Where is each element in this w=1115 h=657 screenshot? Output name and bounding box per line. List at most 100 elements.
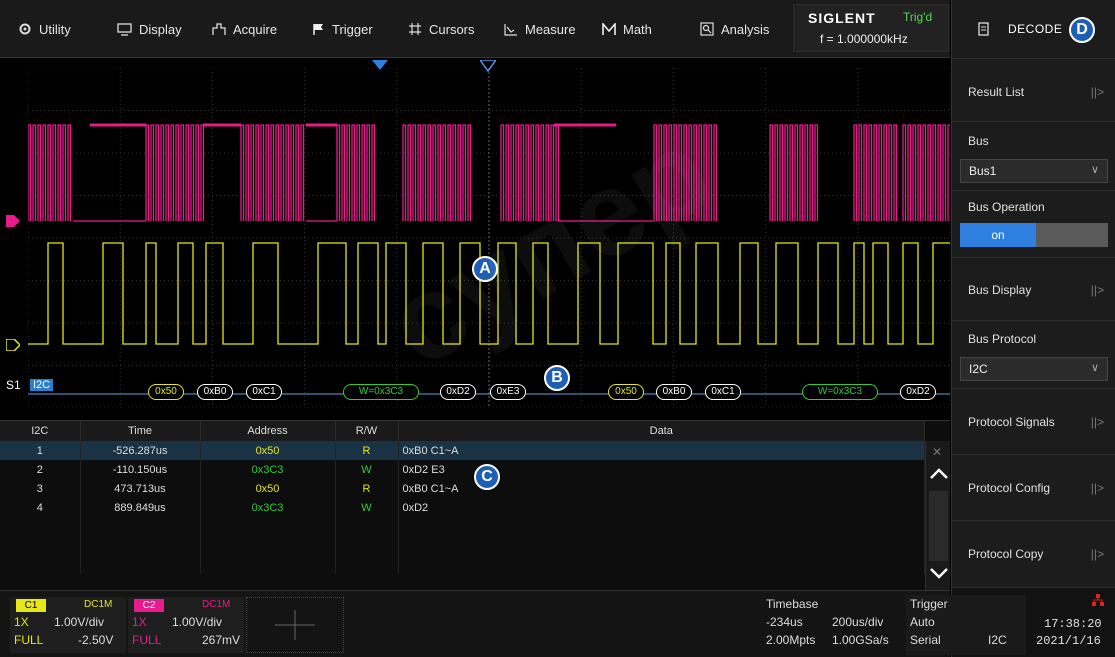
timebase-memory: 2.00Mpts bbox=[766, 633, 816, 647]
cell-empty bbox=[200, 555, 336, 574]
menu-cursors[interactable]: Cursors bbox=[408, 0, 475, 58]
trigger-mode: Auto bbox=[910, 615, 935, 629]
plus-icon bbox=[275, 610, 315, 640]
menu-math[interactable]: Math bbox=[602, 0, 652, 58]
menu-display[interactable]: Display bbox=[117, 0, 182, 58]
decode-frame[interactable]: 0xD2 bbox=[900, 384, 936, 400]
cell-index: 2 bbox=[0, 460, 81, 479]
decode-frame[interactable]: 0xD2 bbox=[440, 384, 476, 400]
table-scrollbar[interactable]: ✕ bbox=[925, 441, 950, 591]
cell-empty bbox=[200, 536, 336, 555]
cell-empty bbox=[0, 536, 81, 555]
decode-frame[interactable]: 0xB0 bbox=[197, 384, 233, 400]
flag-icon bbox=[313, 23, 323, 35]
result-list-label: Result List bbox=[968, 85, 1025, 99]
math-icon bbox=[602, 22, 616, 35]
table-row-empty bbox=[0, 517, 925, 536]
trigger-label: Trigger bbox=[910, 597, 948, 611]
scroll-thumb[interactable] bbox=[929, 491, 948, 561]
column-header-time: Time bbox=[80, 421, 201, 441]
cell-rw: W bbox=[335, 460, 399, 479]
cell-rw: W bbox=[335, 498, 399, 517]
result-list-button[interactable]: Result List ||> bbox=[952, 58, 1115, 121]
table-row[interactable]: 1 -526.287us 0x50 R 0xB0 C1~A bbox=[0, 441, 925, 460]
bus-display-button[interactable]: Bus Display ||> bbox=[952, 257, 1115, 320]
cell-empty bbox=[398, 517, 925, 536]
column-header-data: Data bbox=[398, 421, 925, 441]
waveform-display[interactable]: S1 I2C 0x50 0xB0 0xC1 W=0x3C3 0xD2 0xE3 0x50 0x… bbox=[0, 58, 950, 418]
cell-rw: R bbox=[335, 441, 399, 460]
cell-empty bbox=[398, 555, 925, 574]
cell-address: 0x3C3 bbox=[200, 460, 336, 479]
gear-icon bbox=[19, 23, 31, 35]
cell-rw: R bbox=[335, 479, 399, 498]
trigger-status[interactable]: Trigger Auto Serial I2C bbox=[906, 595, 1026, 655]
decode-frame[interactable]: 0x50 bbox=[608, 384, 644, 400]
menu-acquire[interactable]: Acquire bbox=[212, 0, 277, 58]
cell-empty bbox=[200, 517, 336, 536]
bus-protocol-label: Bus Protocol bbox=[968, 332, 1037, 346]
channel2-scale: 1.00V/div bbox=[172, 615, 223, 629]
marker-b: B bbox=[544, 365, 570, 391]
table-row[interactable]: 2 -110.150us 0x3C3 W 0xD2 E3 bbox=[0, 460, 925, 479]
bus-operation-label: Bus Operation bbox=[968, 200, 1045, 214]
timebase-scale: 200us/div bbox=[832, 615, 884, 629]
top-menu-bar: Utility Display Acquire Trigger Cursors … bbox=[0, 0, 950, 58]
frequency-readout: f = 1.000000kHz bbox=[820, 32, 908, 46]
menu-analysis[interactable]: Analysis bbox=[700, 0, 769, 58]
protocol-copy-button[interactable]: Protocol Copy ||> bbox=[952, 520, 1115, 587]
menu-measure[interactable]: Measure bbox=[504, 0, 576, 58]
bus-operation-toggle[interactable]: on bbox=[960, 223, 1108, 247]
cell-time: 473.713us bbox=[80, 479, 201, 498]
decode-frame[interactable]: 0xC1 bbox=[246, 384, 282, 400]
trigger-type: Serial bbox=[910, 633, 941, 647]
trigger-marker-icon bbox=[480, 60, 496, 72]
channel1-status[interactable]: C1 DC1M 1X 1.00V/div FULL -2.50V bbox=[10, 597, 126, 653]
bus-select-row: Bus Bus1 ∨ bbox=[952, 121, 1115, 190]
analysis-icon bbox=[700, 22, 714, 36]
decode-frame[interactable]: 0xB0 bbox=[656, 384, 692, 400]
menu-trigger[interactable]: Trigger bbox=[312, 0, 373, 58]
cell-empty bbox=[335, 536, 399, 555]
menu-trigger-label: Trigger bbox=[332, 21, 373, 37]
cell-index: 3 bbox=[0, 479, 81, 498]
protocol-signals-button[interactable]: Protocol Signals ||> bbox=[952, 388, 1115, 454]
bus-select[interactable]: Bus1 ∨ bbox=[960, 159, 1108, 183]
channel2-status[interactable]: C2 DC1M 1X 1.00V/div FULL 267mV bbox=[128, 597, 244, 653]
clock-time: 17:38:20 bbox=[1044, 617, 1102, 631]
decode-frame[interactable]: W=0x3C3 bbox=[343, 384, 419, 400]
add-channel-button[interactable] bbox=[246, 597, 344, 653]
bus-protocol-select[interactable]: I2C ∨ bbox=[960, 357, 1108, 381]
cell-time: -526.287us bbox=[80, 441, 201, 460]
decode-frame[interactable]: 0xE3 bbox=[490, 384, 526, 400]
table-row[interactable]: 3 473.713us 0x50 R 0xB0 C1~A bbox=[0, 479, 925, 498]
table-row-empty bbox=[0, 555, 925, 574]
clock-date: 2021/1/16 bbox=[1036, 634, 1101, 648]
timebase-rate: 1.00GSa/s bbox=[832, 633, 889, 647]
chevron-right-icon: ||> bbox=[1090, 547, 1104, 561]
cell-data: 0xB0 C1~A bbox=[398, 441, 925, 460]
decode-frame[interactable]: 0x50 bbox=[148, 384, 184, 400]
channel2-coupling: DC1M bbox=[202, 599, 231, 610]
cell-data: 0xD2 bbox=[398, 498, 925, 517]
menu-utility-label: Utility bbox=[39, 21, 71, 37]
trigger-position-icon bbox=[372, 60, 388, 70]
scroll-down-icon[interactable] bbox=[929, 567, 949, 579]
protocol-config-label: Protocol Config bbox=[968, 481, 1051, 495]
column-header-rw: R/W bbox=[335, 421, 399, 441]
protocol-signals-label: Protocol Signals bbox=[968, 415, 1055, 429]
close-icon[interactable]: ✕ bbox=[932, 445, 942, 459]
menu-utility[interactable]: Utility bbox=[18, 0, 71, 58]
menu-cursors-label: Cursors bbox=[429, 21, 475, 37]
channel1-scale: 1.00V/div bbox=[54, 615, 105, 629]
protocol-config-button[interactable]: Protocol Config ||> bbox=[952, 454, 1115, 520]
decode-frame[interactable]: 0xC1 bbox=[705, 384, 741, 400]
timebase-status[interactable]: Timebase -234us 200us/div 2.00Mpts 1.00G… bbox=[760, 595, 905, 655]
panel-title: DECODE bbox=[1008, 22, 1063, 36]
channel2-tag: C2 bbox=[134, 599, 164, 612]
table-row[interactable]: 4 889.849us 0x3C3 W 0xD2 bbox=[0, 498, 925, 517]
cell-address: 0x3C3 bbox=[200, 498, 336, 517]
decode-frame[interactable]: W=0x3C3 bbox=[802, 384, 878, 400]
scroll-up-icon[interactable] bbox=[929, 468, 949, 480]
panel-header: DECODE D bbox=[952, 0, 1115, 58]
